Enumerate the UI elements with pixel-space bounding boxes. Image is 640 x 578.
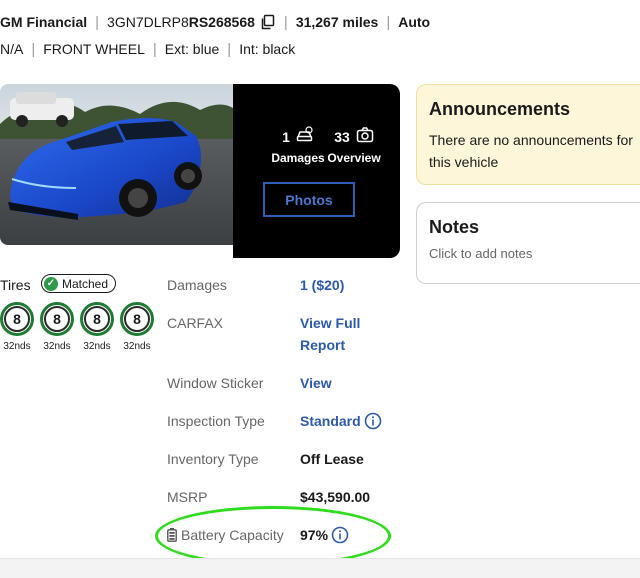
tires-matched-badge: ✓ Matched (41, 274, 117, 293)
divider: | (227, 40, 232, 58)
notes-title: Notes (429, 217, 480, 237)
camera-icon (356, 126, 374, 149)
exterior-color: Ext: blue (164, 41, 220, 57)
divider: | (152, 40, 157, 58)
copy-icon[interactable] (260, 14, 276, 30)
tires-label: Tires (0, 277, 31, 293)
inventory-type-label: Inventory Type (167, 451, 259, 467)
announcements-card: Announcements There are no announcements… (416, 84, 640, 185)
engine: N/A (0, 41, 24, 57)
vin: 3GN7DLRP8RS268568 (107, 14, 255, 30)
interior-color: Int: black (239, 41, 296, 57)
footer-divider (0, 558, 640, 578)
overview-label: Overview (327, 151, 381, 165)
tire-unit: 32nds (43, 341, 71, 352)
overview-count: 33 (334, 129, 350, 145)
battery-capacity-value: 97% (300, 524, 349, 546)
info-icon[interactable] (331, 526, 349, 544)
window-sticker-link[interactable]: View (300, 372, 332, 394)
tires-status: Matched (62, 276, 109, 291)
tire-tread: 8 32nds (120, 302, 154, 352)
announcements-body: There are no announcements for this vehi… (429, 132, 633, 170)
check-icon: ✓ (44, 276, 58, 291)
damages-link[interactable]: 1 ($20) (300, 274, 344, 296)
transmission: Auto (398, 14, 431, 30)
inventory-type-value: Off Lease (300, 451, 364, 467)
divider: | (386, 13, 391, 31)
photos-button[interactable]: Photos (263, 182, 355, 217)
drive-type: FRONT WHEEL (43, 41, 145, 57)
damages-row-label: Damages (167, 277, 227, 293)
carfax-report-link[interactable]: View Full Report (300, 312, 360, 356)
tire-unit: 32nds (3, 341, 31, 352)
window-sticker-label: Window Sticker (167, 375, 264, 391)
carfax-label: CARFAX (167, 315, 224, 331)
info-icon[interactable] (364, 412, 382, 430)
divider: | (31, 40, 36, 58)
divider: | (283, 13, 288, 31)
battery-icon (167, 528, 177, 542)
inspection-type-value[interactable]: Standard (300, 410, 382, 432)
inspection-type-text: Standard (300, 413, 361, 429)
media-panel: 1 Damages 33 Overview Photos (233, 84, 400, 258)
tire-unit: 32nds (83, 341, 111, 352)
tire-value: 8 (4, 306, 30, 332)
damages-stat[interactable]: 1 Damages (271, 125, 325, 165)
vehicle-header: GM Financial | 3GN7DLRP8RS268568 | 31,26… (0, 13, 430, 31)
tire-unit: 32nds (123, 341, 151, 352)
carfax-link-line: Report (300, 337, 346, 353)
battery-capacity-percent: 97% (300, 527, 329, 543)
overview-stat[interactable]: 33 Overview (326, 126, 382, 165)
tire-tread: 8 32nds (80, 302, 114, 352)
notes-card[interactable]: Notes Click to add notes (416, 202, 640, 284)
battery-capacity-text: Battery Capacity (181, 527, 284, 543)
msrp-value: $43,590.00 (300, 489, 371, 505)
notes-input[interactable]: Click to add notes (429, 246, 640, 261)
vehicle-specs: N/A | FRONT WHEEL | Ext: blue | Int: bla… (0, 40, 295, 58)
announcements-title: Announcements (429, 99, 571, 119)
damages-count: 1 (282, 129, 290, 145)
msrp-label: MSRP (167, 489, 208, 505)
tire-value: 8 (84, 306, 110, 332)
tire-tread: 8 32nds (40, 302, 74, 352)
tire-tread: 8 32nds (0, 302, 34, 352)
divider: | (95, 13, 100, 31)
inspection-type-label: Inspection Type (167, 413, 265, 429)
damages-label: Damages (271, 151, 325, 165)
seller-name: GM Financial (0, 14, 88, 30)
carfax-link-line: View Full (300, 315, 361, 331)
mileage: 31,267 miles (295, 14, 379, 30)
tire-value: 8 (44, 306, 70, 332)
vehicle-photo[interactable] (0, 84, 233, 245)
damage-icon (296, 125, 314, 149)
battery-capacity-label: Battery Capacity (167, 527, 284, 543)
tire-value: 8 (124, 306, 150, 332)
